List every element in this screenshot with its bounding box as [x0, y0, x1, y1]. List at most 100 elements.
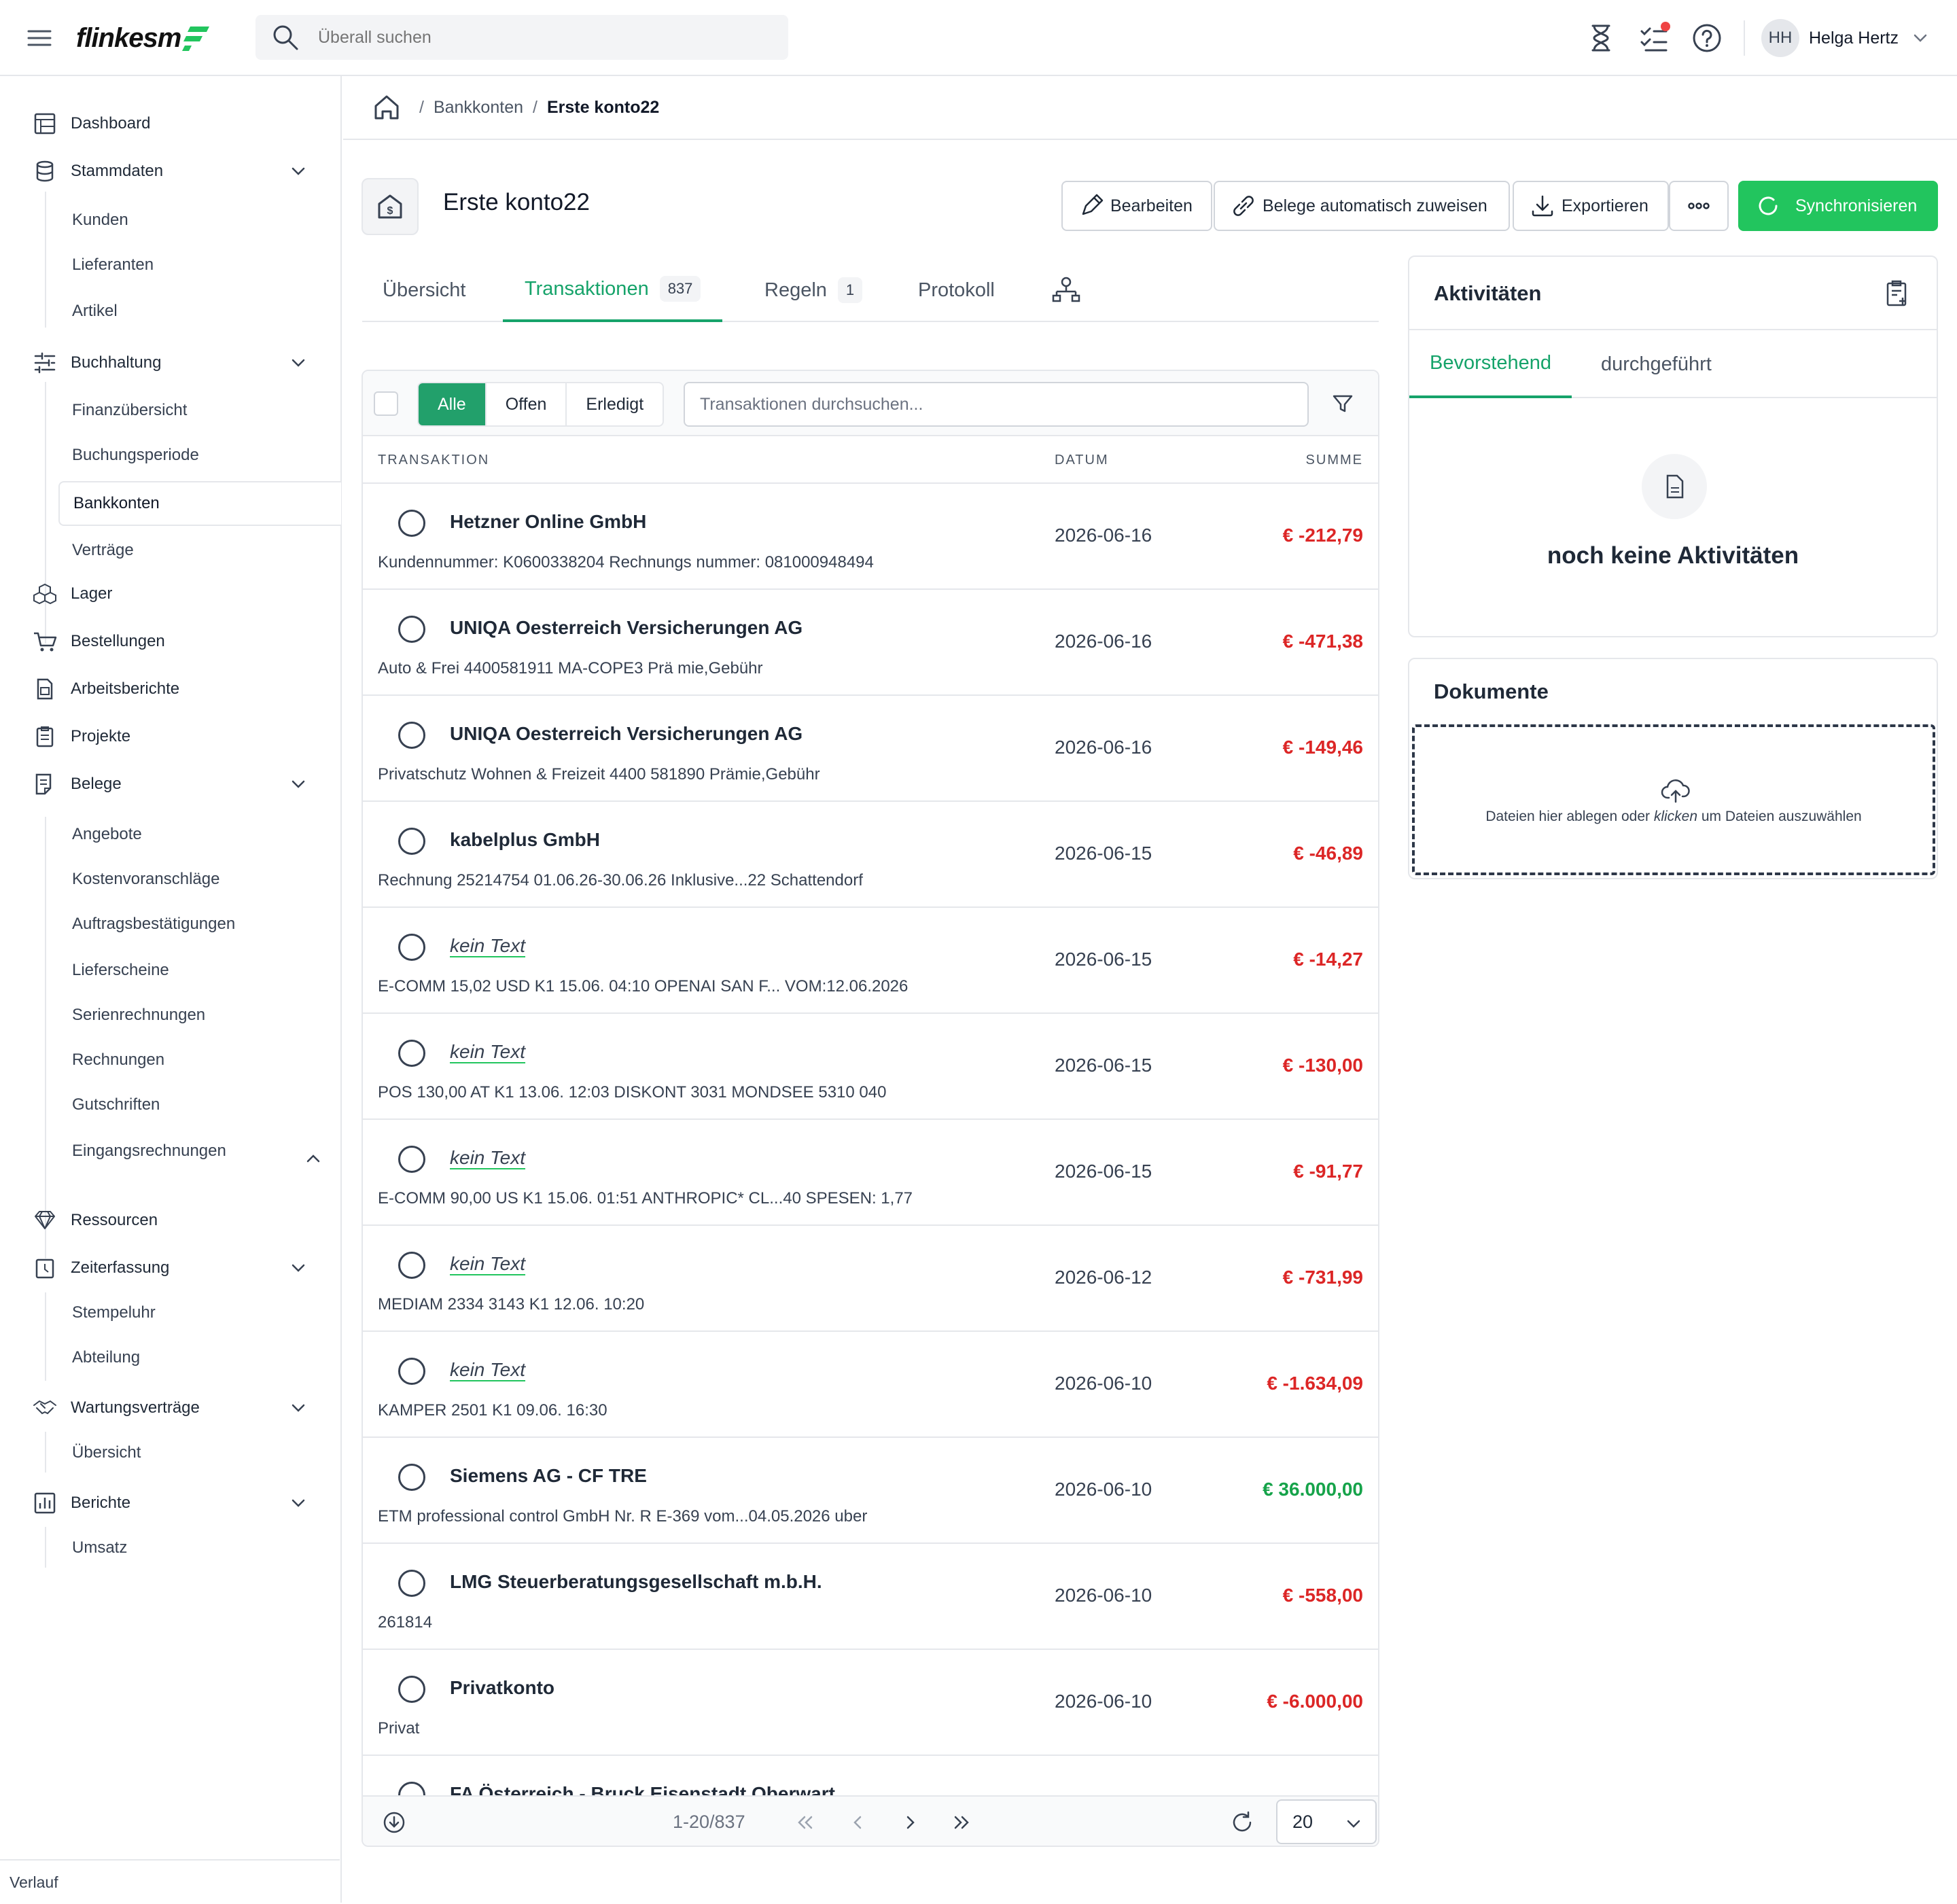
sync-button[interactable]: Synchronisieren — [1738, 181, 1938, 231]
filter-open[interactable]: Offen — [487, 383, 567, 425]
sidebar-item-serienrechnungen[interactable]: Serienrechnungen — [72, 996, 205, 1034]
row-select-radio[interactable] — [398, 1570, 425, 1597]
table-row[interactable]: UNIQA Oesterreich Versicherungen AG Priva… — [363, 696, 1378, 802]
first-page-icon[interactable] — [791, 1809, 818, 1836]
sidebar-item-stammdaten[interactable]: Stammdaten — [0, 149, 340, 193]
sidebar-item-umsatz[interactable]: Umsatz — [72, 1529, 127, 1567]
edit-button[interactable]: Bearbeiten — [1061, 181, 1212, 231]
help-icon[interactable] — [1691, 22, 1723, 54]
transaction-title[interactable]: UNIQA Oesterreich Versicherungen AG — [450, 617, 803, 639]
tab-protokoll[interactable]: Protokoll — [918, 258, 995, 322]
sidebar-item-projekte[interactable]: Projekte — [0, 715, 340, 758]
column-date[interactable]: DATUM — [1055, 453, 1109, 468]
hourglass-icon[interactable] — [1585, 22, 1617, 54]
dropzone-click-link[interactable]: klicken — [1654, 809, 1697, 824]
sidebar-item-lager[interactable]: Lager — [0, 572, 340, 616]
sidebar-item-lieferscheine[interactable]: Lieferscheine — [72, 951, 169, 989]
sidebar-item-bankkonten[interactable]: Bankkonten — [73, 484, 160, 523]
breadcrumb-link-bankkonten[interactable]: Bankkonten — [434, 98, 523, 118]
sidebar-item-belege[interactable]: Belege — [0, 762, 340, 806]
row-select-radio[interactable] — [398, 1146, 425, 1173]
row-select-radio[interactable] — [398, 510, 425, 537]
row-select-radio[interactable] — [398, 1252, 425, 1279]
table-row[interactable]: LMG Steuerberatungsgesellschaft m.b.H. 26… — [363, 1544, 1378, 1650]
avatar[interactable]: HH — [1761, 19, 1799, 57]
row-select-radio[interactable] — [398, 1676, 425, 1703]
file-dropzone[interactable]: Dateien hier ablegen oder klicken um Dat… — [1412, 724, 1935, 875]
row-select-radio[interactable] — [398, 828, 425, 855]
column-transaction[interactable]: TRANSAKTION — [378, 453, 489, 468]
tasks-button[interactable] — [1638, 22, 1670, 54]
sidebar-item-artikel[interactable]: Artikel — [72, 292, 118, 330]
transaction-title[interactable]: kein Text — [450, 1253, 525, 1275]
sidebar-item-dashboard[interactable]: Dashboard — [0, 102, 340, 145]
transaction-title[interactable]: kein Text — [450, 1041, 525, 1063]
sidebar-item-bestellungen[interactable]: Bestellungen — [0, 620, 340, 663]
transaction-title[interactable]: Hetzner Online GmbH — [450, 511, 646, 533]
row-select-radio[interactable] — [398, 1040, 425, 1067]
column-sum[interactable]: SUMME — [1306, 453, 1363, 468]
sidebar-item-abteilung[interactable]: Abteilung — [72, 1339, 140, 1377]
last-page-icon[interactable] — [949, 1809, 976, 1836]
transaction-search-input[interactable]: Transaktionen durchsuchen... — [684, 382, 1309, 427]
tab-uebersicht[interactable]: Übersicht — [383, 258, 466, 322]
tab-durchgefuehrt[interactable]: durchgeführt — [1601, 330, 1712, 398]
global-search[interactable] — [255, 15, 788, 60]
filter-icon[interactable] — [1330, 391, 1355, 416]
table-row[interactable]: kein Text POS 130,00 AT K1 13.06. 12:03 D… — [363, 1014, 1378, 1120]
row-select-radio[interactable] — [398, 934, 425, 961]
table-row[interactable]: UNIQA Oesterreich Versicherungen AG Auto … — [363, 590, 1378, 696]
prev-page-icon[interactable] — [844, 1809, 871, 1836]
more-actions-button[interactable] — [1669, 181, 1729, 231]
table-row[interactable]: Privatkonto Privat 2026-06-10 € -6.000,00 — [363, 1650, 1378, 1756]
app-logo[interactable]: flinkesт — [76, 19, 212, 57]
sidebar-item-arbeitsberichte[interactable]: Arbeitsberichte — [0, 667, 340, 711]
table-row[interactable]: kabelplus GmbH Rechnung 25214754 01.06.26… — [363, 802, 1378, 908]
sidebar-item-wartungsvertraege[interactable]: Wartungsverträge — [0, 1386, 340, 1430]
filter-done[interactable]: Erledigt — [567, 383, 663, 425]
sidebar-item-uebersicht[interactable]: Übersicht — [72, 1434, 141, 1472]
sidebar-item-eingangsrechnungen[interactable]: Eingangsrechnungen — [72, 1132, 226, 1170]
tab-regeln[interactable]: Regeln 1 — [764, 258, 863, 322]
select-all-checkbox[interactable] — [374, 391, 398, 416]
row-select-radio[interactable] — [398, 1464, 425, 1491]
sidebar-item-auftragsbestaetigungen[interactable]: Auftragsbestätigungen — [72, 905, 235, 943]
refresh-icon[interactable] — [1229, 1809, 1256, 1836]
sidebar-item-zeiterfassung[interactable]: Zeiterfassung — [0, 1246, 340, 1290]
download-icon[interactable] — [381, 1809, 408, 1836]
transaction-title[interactable]: kein Text — [450, 1359, 525, 1381]
next-page-icon[interactable] — [897, 1809, 924, 1836]
row-select-radio[interactable] — [398, 722, 425, 749]
transaction-title[interactable]: Siemens AG - CF TRE — [450, 1465, 647, 1487]
sidebar-item-kunden[interactable]: Kunden — [72, 201, 128, 239]
table-row[interactable]: kein Text KAMPER 2501 K1 09.06. 16:30 2026… — [363, 1332, 1378, 1438]
sidebar-item-rechnungen[interactable]: Rechnungen — [72, 1041, 164, 1079]
sidebar-item-finanzuebersicht[interactable]: Finanzübersicht — [72, 391, 187, 429]
sidebar-item-kostenvoranschlaege[interactable]: Kostenvoranschläge — [72, 860, 219, 898]
sidebar-item-berichte[interactable]: Berichte — [0, 1481, 340, 1525]
table-row[interactable]: Hetzner Online GmbH Kundennummer: K060033… — [363, 484, 1378, 590]
table-row[interactable]: kein Text MEDIAM 2334 3143 K1 12.06. 10:2… — [363, 1226, 1378, 1332]
user-name[interactable]: Helga Hertz — [1809, 29, 1899, 48]
row-select-radio[interactable] — [398, 1358, 425, 1385]
chevron-up-icon[interactable] — [303, 1148, 323, 1169]
page-size-select[interactable]: 20 — [1276, 1799, 1377, 1844]
sidebar-item-ressourcen[interactable]: Ressourcen — [0, 1199, 340, 1242]
tab-transaktionen[interactable]: Transaktionen 837 — [503, 258, 723, 322]
global-search-input[interactable] — [318, 27, 726, 48]
sidebar-item-lieferanten[interactable]: Lieferanten — [72, 246, 154, 284]
transaction-title[interactable]: kein Text — [450, 935, 525, 957]
transaction-title[interactable]: Privatkonto — [450, 1677, 554, 1699]
tab-connections[interactable] — [1051, 258, 1081, 322]
table-row[interactable]: kein Text E-COMM 90,00 US K1 15.06. 01:51… — [363, 1120, 1378, 1226]
export-button[interactable]: Exportieren — [1513, 181, 1669, 231]
transaction-title[interactable]: LMG Steuerberatungsgesellschaft m.b.H. — [450, 1571, 822, 1593]
sidebar-item-vertraege[interactable]: Verträge — [72, 531, 134, 569]
menu-icon[interactable] — [26, 24, 53, 52]
sidebar-item-stempeluhr[interactable]: Stempeluhr — [72, 1294, 156, 1332]
chevron-down-icon[interactable] — [1911, 29, 1930, 48]
tab-bevorstehend[interactable]: Bevorstehend — [1409, 330, 1572, 398]
sidebar-item-buchhaltung[interactable]: Buchhaltung — [0, 341, 340, 385]
table-row[interactable]: kein Text E-COMM 15,02 USD K1 15.06. 04:1… — [363, 908, 1378, 1014]
clipboard-add-icon[interactable] — [1882, 279, 1912, 308]
